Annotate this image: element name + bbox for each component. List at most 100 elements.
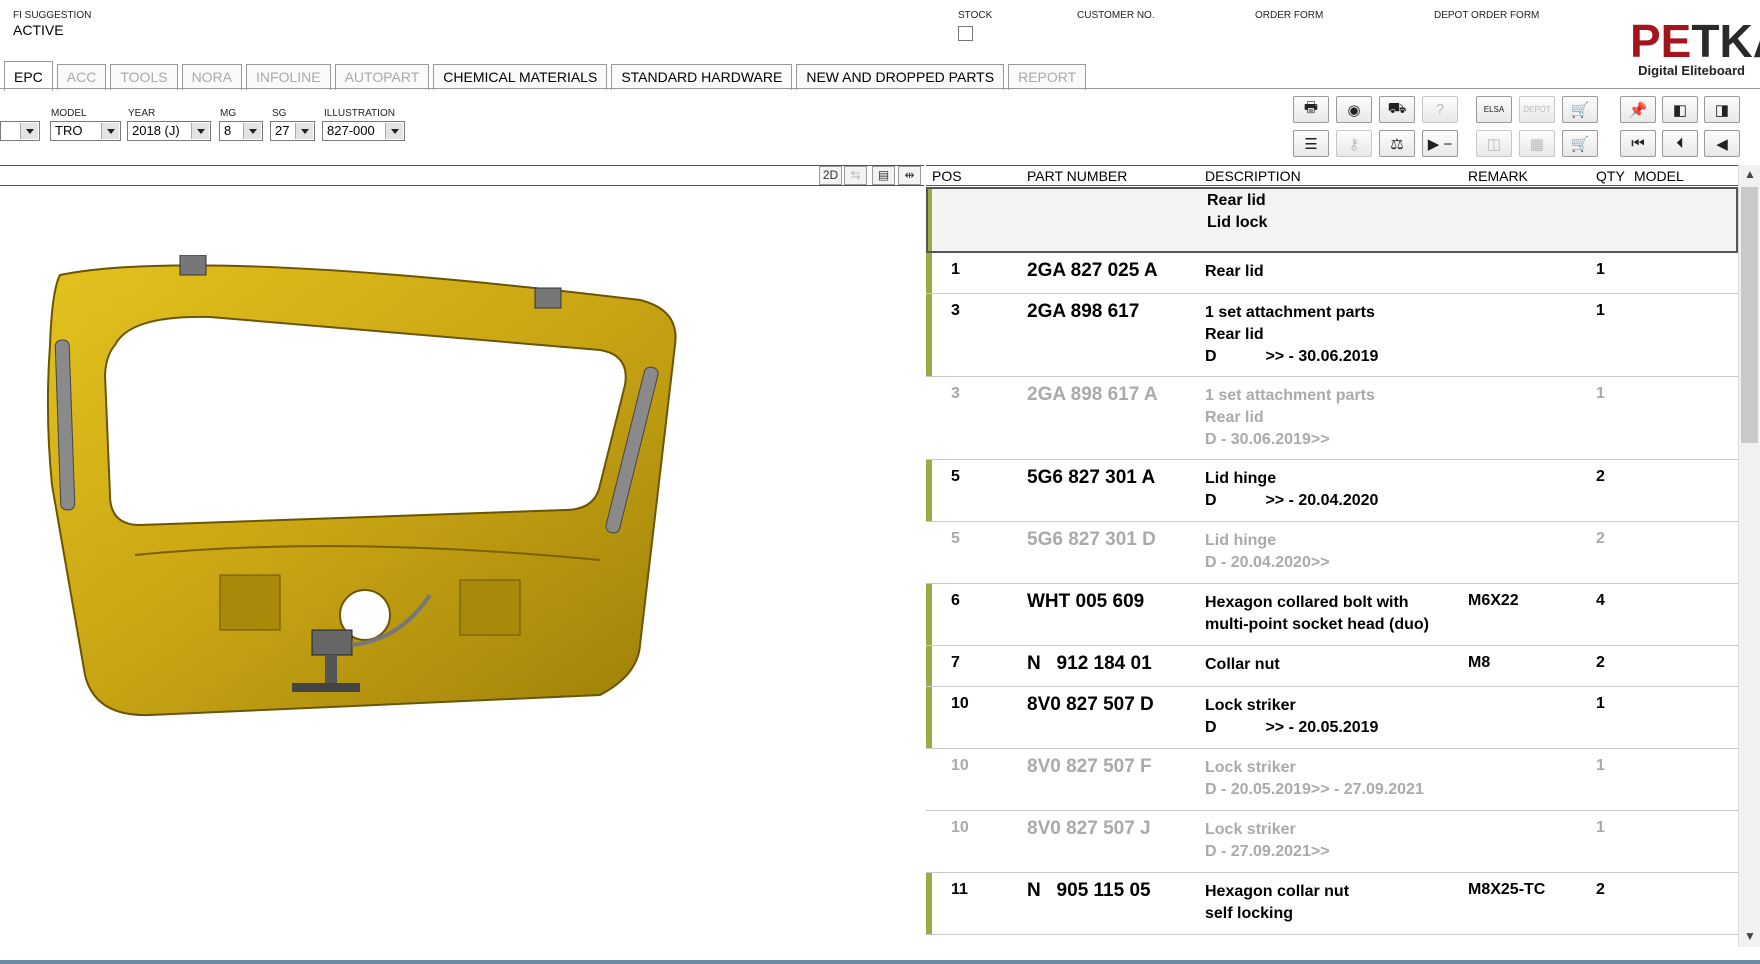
car-parts-icon: ⛟: [1387, 100, 1407, 117]
group-header-row[interactable]: Rear lid Lid lock: [926, 187, 1738, 253]
row-marker: [926, 873, 932, 934]
row-pos: 5: [951, 468, 960, 485]
view-compare-button[interactable]: ⇆: [844, 166, 867, 185]
question-icon: ?: [1435, 101, 1445, 118]
table-row[interactable]: 5 5G6 827 301 A Lid hinge D >> - 20.04.202…: [926, 460, 1738, 522]
scroll-up-icon[interactable]: ▲: [1744, 167, 1756, 181]
tab-epc[interactable]: EPC: [4, 61, 53, 91]
mg-select[interactable]: 8: [219, 121, 263, 141]
sg-select[interactable]: 27: [270, 121, 315, 141]
elsa-button[interactable]: ELSA: [1476, 96, 1512, 123]
tab-report[interactable]: REPORT: [1008, 64, 1087, 90]
row-pos: 3: [951, 385, 960, 402]
customer-no-label: CUSTOMER NO.: [1077, 10, 1155, 21]
row-description: Lock striker D - 27.09.2021>>: [1205, 821, 1330, 860]
grid-button[interactable]: ▦: [1519, 130, 1555, 157]
pin-icon: 📌: [1628, 101, 1648, 119]
question-button[interactable]: ?: [1422, 96, 1458, 123]
print-button[interactable]: 🖶: [1293, 96, 1329, 123]
sg-label: SG: [272, 108, 287, 119]
row-pos: 11: [951, 881, 968, 898]
table-row[interactable]: 3 2GA 898 617 A 1 set attachment parts Rea…: [926, 377, 1738, 460]
cart-add-button[interactable]: 🛒: [1562, 130, 1598, 157]
scale-button[interactable]: ⚖: [1379, 130, 1415, 157]
play-minus-button[interactable]: ▶ −: [1422, 130, 1458, 157]
tab-tools[interactable]: TOOLS: [110, 64, 178, 90]
table-scrollbar[interactable]: ▲ ▼: [1738, 165, 1760, 947]
key-button[interactable]: ⚷: [1336, 130, 1372, 157]
tab-autopart[interactable]: AUTOPART: [334, 64, 430, 90]
row-part-number: N 905 115 05: [1027, 880, 1151, 901]
table-row[interactable]: 10 8V0 827 507 D Lock striker D >> - 20.05…: [926, 687, 1738, 749]
list-button[interactable]: ☰: [1293, 130, 1329, 157]
table-row[interactable]: 10 8V0 827 507 J Lock striker D - 27.09.20…: [926, 811, 1738, 873]
table-row[interactable]: 11 N 905 115 05 Hexagon collar nut self lo…: [926, 873, 1738, 935]
first-button[interactable]: ⏮: [1620, 130, 1656, 157]
cart-button[interactable]: 🛒: [1562, 96, 1598, 123]
view-2d-button[interactable]: 2D: [819, 166, 842, 185]
scroll-down-icon[interactable]: ▼: [1744, 929, 1756, 943]
col-pos[interactable]: POS: [932, 168, 962, 184]
catalog-select[interactable]: [0, 121, 40, 141]
row-qty: 1: [1596, 695, 1605, 712]
col-description[interactable]: DESCRIPTION: [1205, 168, 1301, 184]
row-qty: 1: [1596, 261, 1605, 278]
col-remark[interactable]: REMARK: [1468, 168, 1528, 184]
split-button[interactable]: ◫: [1476, 130, 1512, 157]
row-pos: 10: [951, 695, 969, 712]
row-description: Rear lid: [1205, 263, 1264, 280]
left-arrow-icon: ◀: [1716, 135, 1728, 153]
row-qty: 2: [1596, 654, 1605, 671]
row-qty: 1: [1596, 302, 1605, 319]
cart-icon: 🛒: [1570, 101, 1590, 119]
stock-checkbox[interactable]: [958, 26, 973, 41]
depot-order-form-label: DEPOT ORDER FORM: [1434, 10, 1540, 21]
chevron-down-icon: [243, 123, 261, 139]
tab-chemical-materials[interactable]: CHEMICAL MATERIALS: [433, 64, 608, 90]
table-row[interactable]: 7 N 912 184 01 Collar nut M8 2: [926, 646, 1738, 687]
table-row[interactable]: 3 2GA 898 617 1 set attachment parts Rear …: [926, 294, 1738, 377]
col-qty[interactable]: QTY: [1596, 168, 1625, 184]
table-row[interactable]: 1 2GA 827 025 A Rear lid 1: [926, 253, 1738, 294]
col-part-number[interactable]: PART NUMBER: [1027, 168, 1127, 184]
rear-lid-illustration[interactable]: [40, 255, 760, 795]
prev-button[interactable]: ⏴: [1662, 130, 1698, 157]
pin-button[interactable]: 📌: [1620, 96, 1656, 123]
chevron-down-icon: [191, 123, 209, 139]
table-row[interactable]: 5 5G6 827 301 D Lid hinge D - 20.04.2020>>…: [926, 522, 1738, 584]
chevron-down-icon: [295, 123, 313, 139]
tab-standard-hardware[interactable]: STANDARD HARDWARE: [611, 64, 793, 90]
car-parts-button[interactable]: ⛟: [1379, 96, 1415, 123]
view-layout-button[interactable]: ▤: [872, 166, 895, 185]
illustration-value: 827-000: [327, 123, 375, 138]
fi-suggestion-value: ACTIVE: [13, 22, 64, 38]
parts-table-body: Rear lid Lid lock 1 2GA 827 025 A Rear lid…: [926, 187, 1738, 947]
row-part-number: 5G6 827 301 A: [1027, 467, 1156, 488]
tab-acc[interactable]: ACC: [56, 64, 107, 90]
illustration-select[interactable]: 827-000: [322, 121, 405, 141]
list-icon: ☰: [1304, 135, 1318, 153]
year-value: 2018 (J): [132, 123, 180, 138]
table-row[interactable]: 10 8V0 827 507 F Lock striker D - 20.05.20…: [926, 749, 1738, 811]
next-page-button[interactable]: ◨: [1704, 96, 1740, 123]
grid-icon: ▦: [1529, 135, 1545, 153]
tab-infoline[interactable]: INFOLINE: [246, 64, 331, 90]
col-model[interactable]: MODEL: [1634, 168, 1684, 184]
year-select[interactable]: 2018 (J): [127, 121, 211, 141]
row-remark: M6X22: [1468, 592, 1519, 609]
table-row[interactable]: 6 WHT 005 609 Hexagon collared bolt with m…: [926, 584, 1738, 646]
tab-new-and-dropped-parts[interactable]: NEW AND DROPPED PARTS: [796, 64, 1005, 90]
row-qty: 2: [1596, 468, 1605, 485]
left-arrow-button[interactable]: ◀: [1704, 130, 1740, 157]
row-qty: 1: [1596, 385, 1605, 402]
prev-page-button[interactable]: ◧: [1662, 96, 1698, 123]
tab-nora[interactable]: NORA: [181, 64, 243, 90]
depot-button[interactable]: DEPOT: [1519, 96, 1555, 123]
row-description: Collar nut: [1205, 656, 1280, 673]
view-fit-button[interactable]: ⇹: [898, 166, 921, 185]
disc-button[interactable]: ◉: [1336, 96, 1372, 123]
row-qty: 2: [1596, 881, 1605, 898]
row-part-number: 8V0 827 507 D: [1027, 694, 1154, 715]
model-select[interactable]: TRO: [50, 121, 121, 141]
scroll-thumb[interactable]: [1741, 187, 1758, 443]
